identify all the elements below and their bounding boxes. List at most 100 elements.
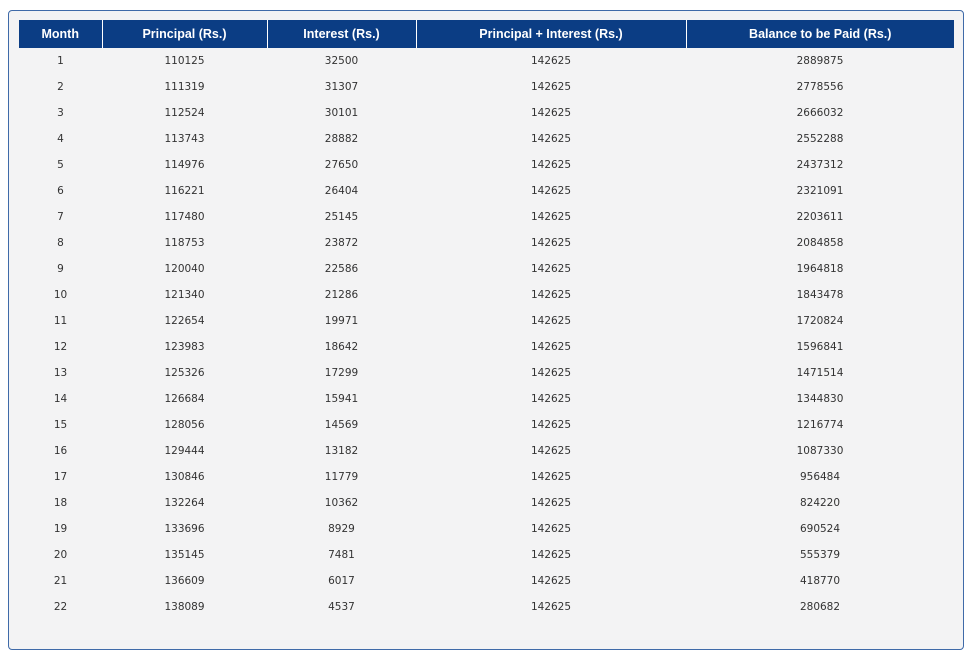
total-cell: 142625	[530, 263, 572, 275]
balance-cell: 555379	[799, 549, 841, 561]
table-row: 21 136609 6017 142625 418770	[19, 568, 954, 594]
interest-cell: 17299	[324, 367, 359, 379]
total-cell: 142625	[530, 237, 572, 249]
month-cell: 15	[53, 419, 68, 431]
total-cell: 142625	[530, 497, 572, 509]
total-cell: 142625	[530, 185, 572, 197]
balance-cell: 2084858	[796, 237, 844, 249]
balance-cell: 2666032	[796, 107, 844, 119]
interest-cell: 15941	[324, 393, 359, 405]
principal-cell: 126684	[164, 393, 205, 405]
interest-cell: 25145	[324, 211, 359, 223]
total-cell: 142625	[530, 341, 572, 353]
table-row: 11 122654 19971 142625 1720824	[19, 308, 954, 334]
interest-cell: 23872	[324, 237, 359, 249]
header-row: Month Principal (Rs.) Interest (Rs.) Pri…	[19, 20, 954, 48]
table-row: 12 123983 18642 142625 1596841	[19, 334, 954, 360]
table-body: 1 110125 32500 142625 2889875 2 111319 31307 142…	[19, 48, 954, 620]
month-cell: 11	[53, 315, 68, 327]
interest-cell: 10362	[324, 497, 359, 509]
balance-cell: 1471514	[796, 367, 844, 379]
table-row: 18 132264 10362 142625 824220	[19, 490, 954, 516]
principal-cell: 133696	[164, 523, 205, 535]
total-cell: 142625	[530, 159, 572, 171]
total-cell: 142625	[530, 575, 572, 587]
interest-cell: 4537	[328, 601, 355, 613]
month-cell: 7	[57, 211, 64, 223]
header-interest: Interest (Rs.)	[266, 20, 416, 48]
interest-cell: 26404	[324, 185, 359, 197]
month-cell: 3	[57, 107, 64, 119]
interest-cell: 21286	[324, 289, 359, 301]
table-row: 1 110125 32500 142625 2889875	[19, 48, 954, 74]
principal-cell: 117480	[164, 211, 205, 223]
month-cell: 1	[57, 55, 64, 67]
emi-schedule-table: Month Principal (Rs.) Interest (Rs.) Pri…	[19, 20, 954, 620]
total-cell: 142625	[530, 367, 572, 379]
principal-cell: 132264	[164, 497, 205, 509]
month-cell: 16	[53, 445, 68, 457]
balance-cell: 1344830	[796, 393, 844, 405]
interest-cell: 31307	[324, 81, 359, 93]
month-cell: 9	[57, 263, 64, 275]
principal-cell: 123983	[164, 341, 205, 353]
balance-cell: 1720824	[796, 315, 844, 327]
balance-cell: 956484	[799, 471, 841, 483]
interest-cell: 18642	[324, 341, 359, 353]
principal-cell: 118753	[164, 237, 205, 249]
month-cell: 12	[53, 341, 68, 353]
balance-cell: 1216774	[796, 419, 844, 431]
balance-cell: 2778556	[796, 81, 844, 93]
month-cell: 17	[53, 471, 68, 483]
month-cell: 6	[57, 185, 64, 197]
principal-cell: 114976	[164, 159, 205, 171]
principal-cell: 130846	[164, 471, 205, 483]
table-row: 14 126684 15941 142625 1344830	[19, 386, 954, 412]
principal-cell: 116221	[164, 185, 205, 197]
table-row: 2 111319 31307 142625 2778556	[19, 74, 954, 100]
balance-cell: 824220	[799, 497, 841, 509]
balance-cell: 2889875	[796, 55, 844, 67]
balance-cell: 418770	[799, 575, 841, 587]
balance-cell: 2203611	[796, 211, 844, 223]
total-cell: 142625	[530, 419, 572, 431]
header-principal: Principal (Rs.)	[101, 20, 267, 48]
interest-cell: 30101	[324, 107, 359, 119]
principal-cell: 128056	[164, 419, 205, 431]
interest-cell: 14569	[324, 419, 359, 431]
header-month: Month	[19, 20, 102, 48]
total-cell: 142625	[530, 471, 572, 483]
month-cell: 10	[53, 289, 68, 301]
interest-cell: 8929	[328, 523, 355, 535]
month-cell: 21	[53, 575, 68, 587]
table-row: 16 129444 13182 142625 1087330	[19, 438, 954, 464]
principal-cell: 136609	[164, 575, 205, 587]
interest-cell: 13182	[324, 445, 359, 457]
month-cell: 8	[57, 237, 64, 249]
total-cell: 142625	[530, 601, 572, 613]
interest-cell: 7481	[328, 549, 355, 561]
table-row: 7 117480 25145 142625 2203611	[19, 204, 954, 230]
total-cell: 142625	[530, 445, 572, 457]
balance-cell: 1843478	[796, 289, 844, 301]
interest-cell: 6017	[328, 575, 355, 587]
principal-cell: 138089	[164, 601, 205, 613]
balance-cell: 1964818	[796, 263, 844, 275]
total-cell: 142625	[530, 549, 572, 561]
table-row: 8 118753 23872 142625 2084858	[19, 230, 954, 256]
header-balance: Balance to be Paid (Rs.)	[685, 20, 954, 48]
interest-cell: 11779	[324, 471, 359, 483]
table-row: 15 128056 14569 142625 1216774	[19, 412, 954, 438]
month-cell: 22	[53, 601, 68, 613]
month-cell: 14	[53, 393, 68, 405]
balance-cell: 2321091	[796, 185, 844, 197]
table-row: 22 138089 4537 142625 280682	[19, 594, 954, 620]
total-cell: 142625	[530, 289, 572, 301]
principal-cell: 129444	[164, 445, 205, 457]
total-cell: 142625	[530, 523, 572, 535]
balance-cell: 280682	[799, 601, 841, 613]
interest-cell: 22586	[324, 263, 359, 275]
table-row: 6 116221 26404 142625 2321091	[19, 178, 954, 204]
interest-cell: 32500	[324, 55, 359, 67]
month-cell: 13	[53, 367, 68, 379]
